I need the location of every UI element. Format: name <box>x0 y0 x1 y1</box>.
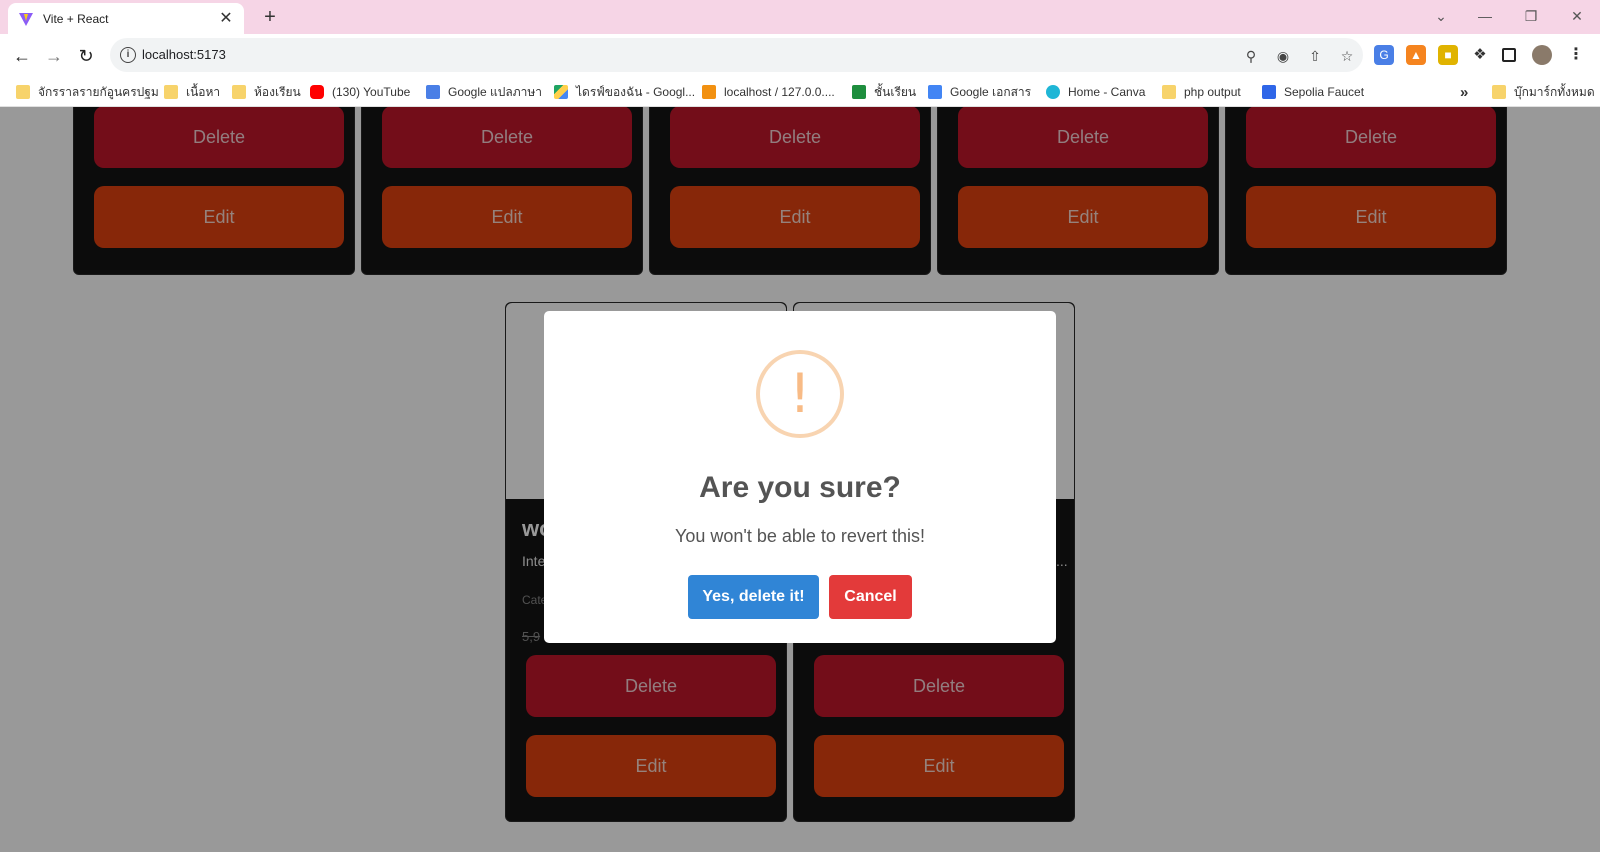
google-translate-icon <box>426 85 440 99</box>
all-bookmarks-folder[interactable]: บุ๊กมาร์กทั้งหมด <box>1492 83 1595 101</box>
alchemy-icon <box>1262 85 1276 99</box>
minimize-button[interactable]: — <box>1462 4 1508 28</box>
tab-title: Vite + React <box>43 11 109 26</box>
page-content: Delete Edit Delete Edit Delete Edit Dele… <box>0 107 1600 852</box>
forward-arrow-icon[interactable]: → <box>40 42 68 70</box>
profile-avatar[interactable] <box>1532 45 1552 65</box>
dialog-message: You won't be able to revert this! <box>675 526 925 546</box>
reload-icon[interactable]: ↻ <box>72 42 100 70</box>
url-text: localhost:5173 <box>142 47 226 62</box>
warning-icon: ! <box>756 350 844 438</box>
tab-close-icon[interactable]: ✕ <box>218 10 234 27</box>
google-drive-icon <box>554 85 568 99</box>
dialog-title: Are you sure? <box>699 471 901 504</box>
tab-search-icon[interactable]: ⌄ <box>1418 4 1464 28</box>
canva-icon <box>1046 85 1060 99</box>
menu-kebab-icon[interactable]: ⋮ <box>1566 45 1586 65</box>
browser-toolbar: ← → ↻ i localhost:5173 ⚲ ◉ ⇧ ☆ G ▲ ■ ❖ ⋮ <box>0 34 1600 77</box>
bookmark-item[interactable]: Google แปลภาษา <box>426 83 542 101</box>
folder-icon <box>1492 85 1506 99</box>
google-translate-extension-icon[interactable]: G <box>1374 45 1394 65</box>
metamask-fox-icon[interactable]: ▲ <box>1406 45 1426 65</box>
browser-tab[interactable]: Vite + React ✕ <box>8 3 244 34</box>
close-window-button[interactable]: ✕ <box>1554 4 1600 28</box>
share-icon[interactable]: ⇧ <box>1305 46 1325 66</box>
bookmark-item[interactable]: localhost / 127.0.0.... <box>702 83 835 101</box>
folder-icon <box>1162 85 1176 99</box>
folder-icon <box>232 85 246 99</box>
bookmark-item[interactable]: (130) YouTube <box>310 83 410 101</box>
key-icon[interactable]: ⚲ <box>1241 46 1261 66</box>
puzzle-extensions-icon[interactable]: ❖ <box>1470 45 1490 65</box>
eye-icon[interactable]: ◉ <box>1273 46 1293 66</box>
youtube-icon <box>310 85 324 99</box>
folder-icon <box>16 85 30 99</box>
classroom-icon <box>852 85 866 99</box>
confirm-dialog: ! Are you sure? You won't be able to rev… <box>544 311 1056 643</box>
restore-button[interactable]: ❐ <box>1508 4 1554 28</box>
phpmyadmin-icon <box>702 85 716 99</box>
bookmark-item[interactable]: Sepolia Faucet <box>1262 83 1364 101</box>
cancel-button[interactable]: Cancel <box>829 575 912 619</box>
bookmark-item[interactable]: ห้องเรียน <box>232 83 301 101</box>
bookmarks-overflow-icon[interactable]: » <box>1460 83 1468 101</box>
google-docs-icon <box>928 85 942 99</box>
bookmarks-bar: จักรราลรายกัอูนครปฐม เนื้อหา ห้องเรียน (… <box>0 77 1600 107</box>
bookmark-item[interactable]: ชั้นเรียน <box>852 83 916 101</box>
bookmark-star-icon[interactable]: ☆ <box>1337 46 1357 66</box>
extension-icon[interactable]: ■ <box>1438 45 1458 65</box>
vite-logo-icon <box>19 12 33 26</box>
tab-strip: Vite + React ✕ + ⌄ — ❐ ✕ <box>0 0 1600 34</box>
bookmark-item[interactable]: เนื้อหา <box>164 83 220 101</box>
bookmark-item[interactable]: จักรราลรายกัอูนครปฐม <box>16 83 159 101</box>
side-panel-icon[interactable] <box>1502 48 1516 62</box>
bookmark-item[interactable]: Google เอกสาร <box>928 83 1031 101</box>
new-tab-button[interactable]: + <box>258 6 282 30</box>
bookmark-item[interactable]: ไดรฟ์ของฉัน - Googl... <box>554 83 695 101</box>
bookmark-item[interactable]: Home - Canva <box>1046 83 1145 101</box>
site-info-icon[interactable]: i <box>120 47 136 63</box>
confirm-delete-button[interactable]: Yes, delete it! <box>688 575 819 619</box>
bookmark-item[interactable]: php output <box>1162 83 1241 101</box>
address-bar[interactable]: i localhost:5173 ⚲ ◉ ⇧ ☆ <box>110 38 1363 72</box>
folder-icon <box>164 85 178 99</box>
back-arrow-icon[interactable]: ← <box>8 42 36 70</box>
